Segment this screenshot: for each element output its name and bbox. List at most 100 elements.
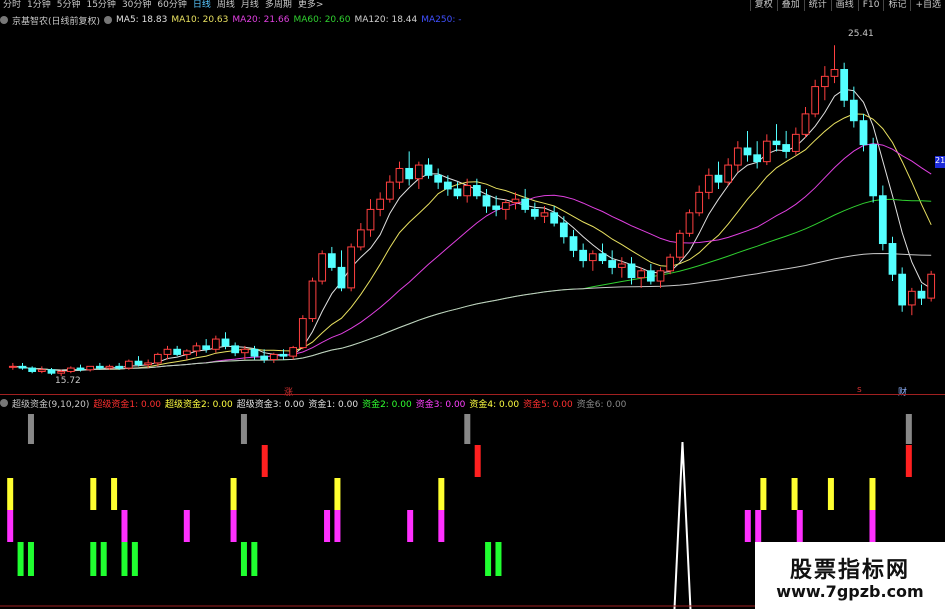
candle-body [308,280,317,320]
ma-legend-item: MA5: 18.83 [116,15,168,25]
candle-body [385,181,394,200]
candle-body [221,338,230,347]
candle-body [124,360,133,369]
indicator-bar-green [100,542,107,576]
indicator-settings-icon[interactable] [0,399,8,407]
toolbar-button-0[interactable]: 复权 [749,0,777,11]
candle-body [414,164,423,180]
candle-body [608,260,617,268]
tab-9[interactable]: 多周期 [262,0,295,11]
watermark-url: www.7gpzb.com [776,582,924,601]
tab-4[interactable]: 30分钟 [119,0,154,11]
low-price-label: 15.72 [55,376,81,386]
candle-body [666,256,675,272]
candle-body [637,270,646,279]
candle-body [898,273,907,306]
price-axis-tag: 21 [935,156,945,168]
cai-marker: 财 [898,388,908,398]
candle-body [18,365,27,369]
indicator-legend: 超级资金(9,10,20) 超级资金1: 0.00 超级资金2: 0.00 超级资金3… [0,397,634,410]
candle-body [318,253,327,282]
indicator-bar-green [251,542,258,576]
ma-legend-item: MA250: - [421,15,462,25]
candle-body [211,338,220,350]
candle-body [366,208,375,231]
candle-body [57,370,66,374]
candle-body [289,347,298,357]
toolbar-button-4[interactable]: F10 [857,0,884,11]
tab-6[interactable]: 日线 [190,0,214,11]
candle-body [443,181,452,190]
tab-3[interactable]: 15分钟 [83,0,118,11]
watermark: 股票指标网 www.7gpzb.com [755,542,945,609]
indicator-bar-yellow [438,478,445,510]
tab-0[interactable]: 分时 [0,0,24,11]
indicator-bar-magenta [407,510,414,542]
candle-body [405,167,414,180]
candle-body [646,270,655,282]
ma-legend-item: MA10: 20.63 [171,15,229,25]
ma10-line [12,113,932,371]
candle-body [202,345,211,350]
ma60-line [12,198,932,371]
tab-1[interactable]: 1分钟 [24,0,54,11]
dropdown-icon[interactable] [104,16,113,24]
candle-body [472,185,481,197]
tab-5[interactable]: 60分钟 [154,0,189,11]
candle-body [791,133,800,152]
indicator-spike [673,441,692,609]
right-toolbar: 复权 叠加 统计 画线 F10 标记 +自选 [749,0,945,11]
candle-body [153,353,162,364]
indicator-bar-green [495,542,502,576]
toolbar-button-2[interactable]: 统计 [803,0,831,11]
indicator-bar-yellow [230,478,237,510]
toolbar-button-5[interactable]: 标记 [883,0,910,11]
candle-body [579,249,588,262]
indicator-bar-gray [905,414,912,444]
tab-10[interactable]: 更多> [295,0,327,11]
indicator-legend-item: 资金3: 0.00 [415,399,466,410]
candle-body [250,348,259,357]
indicator-bar-magenta [744,510,751,542]
candle-body [376,198,385,210]
candle-body [869,144,878,197]
toolbar-button-3[interactable]: 画线 [830,0,858,11]
tab-8[interactable]: 月线 [238,0,262,11]
candle-body [231,345,240,354]
candle-body [327,253,336,268]
candle-body [76,367,85,371]
candle-body [598,253,607,262]
candle-body [685,212,694,234]
candle-body [8,365,17,368]
indicator-bar-yellow [869,478,876,510]
candle-body [134,360,143,366]
candle-body [482,195,491,207]
candle-body [559,222,568,238]
panel-separator [0,394,945,395]
tab-7[interactable]: 周线 [214,0,238,11]
indicator-bar-magenta [334,510,341,542]
toolbar-button-1[interactable]: 叠加 [776,0,804,11]
indicator-bar-yellow [111,478,118,510]
candle-body [811,86,820,115]
candlestick-chart[interactable] [0,28,945,392]
candle-body [782,144,791,152]
ma-legend-item: MA60: 20.60 [293,15,351,25]
candle-body [424,164,433,176]
candle-body [37,369,46,372]
indicator-bar-green [27,542,34,576]
settings-icon[interactable] [0,16,8,24]
candle-body [298,318,307,349]
candle-body [144,362,153,366]
candle-body [511,198,520,204]
indicator-bar-yellow [7,478,14,510]
toolbar-button-6[interactable]: +自选 [910,0,945,11]
candle-body [163,348,172,355]
stock-title: 京基智农(日线前复权) [12,16,101,27]
tab-2[interactable]: 5分钟 [54,0,84,11]
indicator-bar-magenta [438,510,445,542]
indicator-legend-item: 资金1: 0.00 [308,399,359,410]
candle-body [695,191,704,214]
high-price-label: 25.41 [848,29,874,39]
candle-body [917,290,926,299]
